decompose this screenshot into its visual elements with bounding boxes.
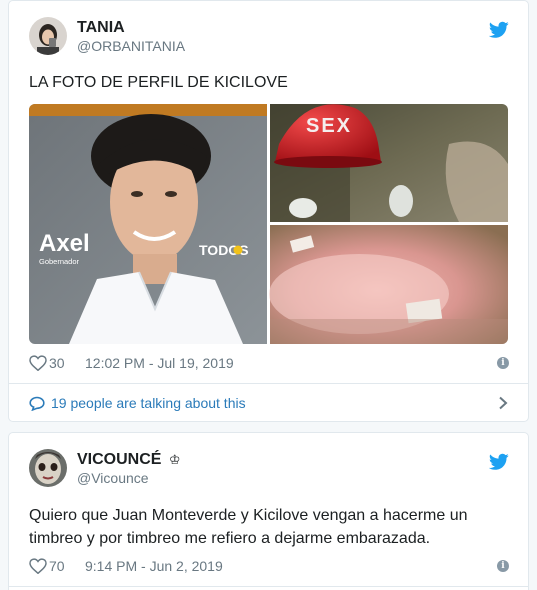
tweet-timestamp[interactable]: 9:14 PM - Jun 2, 2019	[85, 558, 223, 574]
user-handle[interactable]: @Vicounce	[77, 470, 149, 486]
tweet-card[interactable]: TANIA @ORBANITANIA LA FOTO DE PERFIL DE …	[8, 0, 529, 422]
heart-icon[interactable]	[29, 558, 47, 574]
media-image-poster[interactable]: Axel Gobernador TODOS	[29, 104, 267, 344]
tweet-text: Quiero que Juan Monteverde y Kicilove ve…	[29, 507, 468, 547]
user-handle[interactable]: @ORBANITANIA	[77, 38, 185, 54]
user-name-text: VICOUNCÉ	[77, 451, 162, 468]
info-icon[interactable]: i	[497, 357, 509, 369]
user-name[interactable]: VICOUNCÉ ♔	[77, 451, 181, 469]
tweet-header: VICOUNCÉ ♔ @Vicounce	[29, 449, 509, 489]
info-icon[interactable]: i	[497, 560, 509, 572]
heart-icon[interactable]	[29, 355, 47, 371]
photo-sign: SEX	[306, 115, 352, 137]
twitter-bird-icon[interactable]	[489, 453, 509, 471]
twitter-bird-icon[interactable]	[489, 21, 509, 39]
tweet-media-grid[interactable]: Axel Gobernador TODOS SEX	[29, 104, 508, 344]
media-image-blurred[interactable]	[269, 225, 508, 344]
like-count[interactable]: 70	[49, 558, 65, 574]
user-name[interactable]: TANIA	[77, 19, 125, 37]
chevron-right-icon[interactable]	[497, 396, 509, 410]
divider	[9, 586, 528, 587]
media-image-bell[interactable]: SEX	[270, 104, 508, 222]
sun-icon	[233, 245, 243, 255]
tweet-meta: 30 12:02 PM - Jul 19, 2019 i	[29, 354, 509, 374]
like-count[interactable]: 30	[49, 355, 65, 371]
tweet-header: TANIA @ORBANITANIA	[29, 17, 509, 57]
conversation-label[interactable]: 19 people are talking about this	[51, 395, 246, 411]
divider	[9, 383, 528, 384]
avatar[interactable]	[29, 449, 67, 487]
conversation-link[interactable]: 19 people are talking about this	[29, 394, 509, 414]
tweet-timestamp[interactable]: 12:02 PM - Jul 19, 2019	[85, 355, 234, 371]
poster-role: Gobernador	[39, 257, 80, 266]
tweet-text: LA FOTO DE PERFIL DE KICILOVE	[29, 74, 288, 91]
poster-name: Axel	[39, 230, 90, 257]
avatar[interactable]	[29, 17, 67, 55]
tweet-meta: 70 9:14 PM - Jun 2, 2019 i	[29, 557, 509, 577]
tweet-card[interactable]: VICOUNCÉ ♔ @Vicounce Quiero que Juan Mon…	[8, 432, 529, 590]
speech-bubble-icon	[29, 396, 45, 411]
crown-badge-icon: ♔	[168, 453, 181, 468]
